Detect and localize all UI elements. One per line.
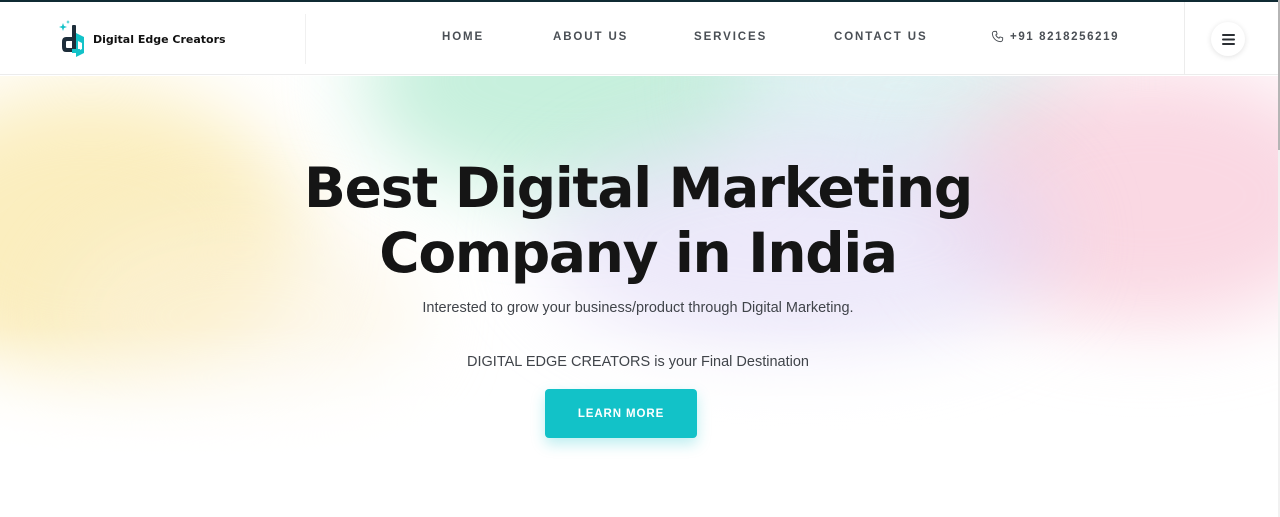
phone-link[interactable]: +91 8218256219 [991, 30, 1119, 43]
phone-number: +91 8218256219 [1010, 30, 1120, 43]
hero-title: Best Digital Marketing Company in India [0, 156, 1276, 286]
nav-contact-us[interactable]: CONTACT US [834, 31, 928, 43]
site-header: Digital Edge Creators HOME ABOUT US SERV… [0, 2, 1278, 75]
header-divider-right [1184, 2, 1185, 75]
main-nav: HOME ABOUT US SERVICES CONTACT US +91 82… [0, 2, 1180, 75]
menu-button[interactable] [1211, 22, 1245, 56]
hamburger-menu-icon [1221, 33, 1235, 45]
hero-subtitle: Interested to grow your business/product… [422, 300, 854, 316]
phone-icon [991, 30, 1004, 43]
learn-more-label: LEARN MORE [577, 407, 665, 420]
hero-section: Best Digital Marketing Company in India … [0, 76, 1278, 517]
hero-tagline: DIGITAL EDGE CREATORS is your Final Dest… [467, 354, 809, 370]
hero-title-line-2: Company in India [379, 221, 898, 285]
hero-title-line-1: Best Digital Marketing [304, 156, 973, 220]
learn-more-button[interactable]: LEARN MORE [545, 389, 697, 438]
nav-about-us[interactable]: ABOUT US [553, 31, 628, 43]
nav-services[interactable]: SERVICES [694, 31, 767, 43]
nav-home[interactable]: HOME [442, 31, 484, 43]
